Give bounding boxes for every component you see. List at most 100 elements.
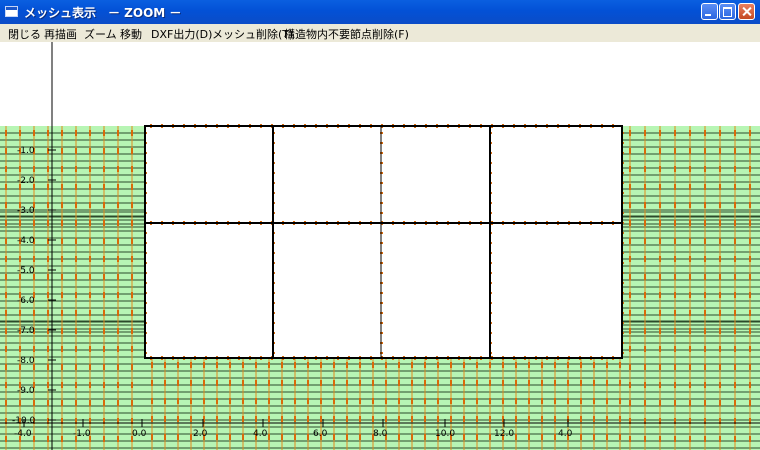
- mesh-node: [117, 436, 119, 442]
- mesh-node: [719, 436, 721, 442]
- menu-dxf-export[interactable]: DXF出力(D): [151, 26, 212, 42]
- mesh-node: [131, 364, 133, 370]
- mesh-node: [659, 202, 661, 208]
- mesh-node: [190, 398, 192, 404]
- mesh-node: [203, 398, 205, 404]
- mesh-node: [629, 130, 631, 136]
- mesh-node: [61, 238, 63, 244]
- mesh-node: [463, 380, 465, 386]
- minimize-button[interactable]: [701, 3, 718, 20]
- maximize-button[interactable]: [719, 3, 736, 20]
- mesh-node: [674, 346, 676, 352]
- mesh-node: [47, 166, 49, 172]
- mesh-node: [689, 130, 691, 136]
- mesh-node: [476, 434, 478, 440]
- x-tick-label: 4.0: [253, 429, 268, 439]
- mesh-node: [674, 130, 676, 136]
- mesh-node: [75, 346, 77, 352]
- mesh-node: [704, 328, 706, 334]
- mesh-node: [463, 398, 465, 404]
- mesh-node: [333, 434, 335, 440]
- y-tick-label: -5.0: [17, 266, 35, 276]
- mesh-node: [659, 436, 661, 442]
- mesh-node: [644, 256, 646, 262]
- mesh-node: [47, 292, 49, 298]
- mesh-node: [61, 184, 63, 190]
- mesh-node: [463, 362, 465, 368]
- mesh-node: [242, 434, 244, 440]
- mesh-node: [5, 220, 7, 226]
- mesh-node: [19, 310, 21, 316]
- mesh-node: [659, 400, 661, 406]
- mesh-node: [398, 398, 400, 404]
- menu-delete-mesh[interactable]: メッシュ削除(T): [212, 26, 293, 42]
- mesh-node: [89, 202, 91, 208]
- mesh-node: [117, 292, 119, 298]
- mesh-node: [734, 148, 736, 154]
- mesh-node: [19, 166, 21, 172]
- menu-redraw[interactable]: 再描画: [44, 26, 77, 42]
- mesh-node: [385, 362, 387, 368]
- mesh-node: [47, 382, 49, 388]
- mesh-node: [580, 380, 582, 386]
- x-tick-label: -4.0: [14, 429, 32, 439]
- mesh-node: [103, 202, 105, 208]
- mesh-node: [242, 380, 244, 386]
- mesh-node: [307, 398, 309, 404]
- mesh-node: [47, 274, 49, 280]
- mesh-node: [229, 416, 231, 422]
- mesh-node: [489, 434, 491, 440]
- mesh-node: [61, 256, 63, 262]
- mesh-node: [320, 398, 322, 404]
- mesh-node: [704, 238, 706, 244]
- mesh-node: [411, 434, 413, 440]
- mesh-node: [89, 346, 91, 352]
- mesh-node: [629, 310, 631, 316]
- mesh-node: [689, 346, 691, 352]
- mesh-node: [75, 238, 77, 244]
- mesh-node: [398, 380, 400, 386]
- mesh-node: [47, 184, 49, 190]
- mesh-node: [719, 292, 721, 298]
- mesh-node: [255, 362, 257, 368]
- mesh-node: [704, 184, 706, 190]
- menu-close[interactable]: 閉じる: [8, 26, 41, 42]
- mesh-node: [33, 220, 35, 226]
- mesh-node: [151, 398, 153, 404]
- mesh-node: [450, 398, 452, 404]
- menu-zoom[interactable]: ズーム: [84, 26, 117, 42]
- mesh-node: [61, 148, 63, 154]
- close-window-button[interactable]: [738, 3, 755, 20]
- mesh-node: [689, 310, 691, 316]
- mesh-node: [255, 416, 257, 422]
- mesh-canvas[interactable]: -1.0-2.0-3.0-4.0-5.0-6.0-7.0-8.0-9.0-10.…: [0, 42, 760, 450]
- mesh-node: [734, 184, 736, 190]
- menu-move[interactable]: 移動: [120, 26, 142, 42]
- mesh-node: [19, 130, 21, 136]
- mesh-node: [103, 256, 105, 262]
- mesh-node: [704, 166, 706, 172]
- mesh-node: [61, 382, 63, 388]
- menu-delete-inner-nodes[interactable]: 構造物内不要節点削除(F): [284, 26, 409, 42]
- mesh-node: [190, 434, 192, 440]
- mesh-node: [644, 382, 646, 388]
- mesh-node: [75, 400, 77, 406]
- mesh-node: [75, 328, 77, 334]
- x-tick-label: 12.0: [494, 429, 514, 439]
- x-tick-label: 2.0: [193, 429, 208, 439]
- mesh-node: [749, 238, 751, 244]
- mesh-node: [554, 380, 556, 386]
- mesh-node: [385, 380, 387, 386]
- mesh-node: [117, 310, 119, 316]
- mesh-node: [131, 400, 133, 406]
- mesh-node: [424, 416, 426, 422]
- mesh-node: [659, 346, 661, 352]
- mesh-node: [749, 400, 751, 406]
- mesh-node: [151, 416, 153, 422]
- title-bar[interactable]: メッシュ表示 － ZOOM －: [0, 0, 760, 24]
- mesh-node: [131, 148, 133, 154]
- mesh-node: [659, 166, 661, 172]
- mesh-node: [424, 434, 426, 440]
- mesh-node: [463, 434, 465, 440]
- mesh-node: [281, 362, 283, 368]
